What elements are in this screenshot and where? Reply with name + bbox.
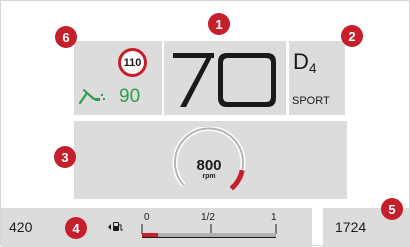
speed-limit-value: 110 — [123, 56, 142, 69]
speed-limit-panel: 110 90 — [74, 41, 162, 115]
fuel-full-label: 1 — [271, 212, 277, 223]
instrument-cluster: 110 90 70 D4 SPORT — [0, 0, 410, 247]
rpm-value: 800 — [196, 157, 222, 174]
range-value: 420 — [9, 219, 33, 235]
fuel-gauge: 0 1/2 1 — [141, 212, 281, 244]
fuel-pump-icon — [108, 222, 123, 231]
gear-panel: D4 SPORT — [289, 41, 345, 115]
speed-limit-sign: 110 — [118, 48, 147, 77]
odometer-value: 1724 — [335, 219, 367, 235]
drive-mode: SPORT — [292, 95, 330, 107]
speed-panel: 70 — [164, 41, 286, 115]
gear-indicator: D4 — [293, 49, 317, 76]
gear-letter: D — [293, 49, 309, 74]
fuel-half-label: 1/2 — [201, 212, 215, 223]
callout-marker-6: 6 — [55, 26, 77, 48]
callout-marker-3: 3 — [54, 146, 76, 168]
fuel-scale — [141, 224, 277, 238]
cruise-set-speed: 90 — [119, 86, 141, 107]
gear-number: 4 — [308, 60, 317, 76]
callout-marker-2: 2 — [341, 25, 363, 47]
range-fuel-panel: 420 0 1/2 1 — [1, 208, 312, 247]
fuel-empty-label: 0 — [144, 212, 150, 223]
adaptive-cruise-icon — [78, 89, 105, 105]
rpm-unit: rpm — [202, 173, 216, 180]
rpm-panel: 800 rpm — [74, 121, 347, 199]
callout-marker-1: 1 — [208, 13, 230, 35]
callout-marker-4: 4 — [65, 217, 87, 239]
speed-readout — [173, 53, 276, 107]
callout-marker-5: 5 — [381, 198, 403, 220]
